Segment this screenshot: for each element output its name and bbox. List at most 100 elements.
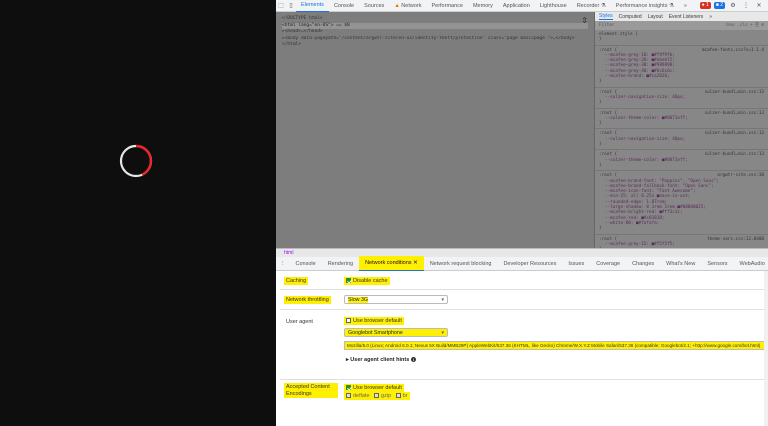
- disable-cache-checkbox[interactable]: Disable cache: [344, 277, 390, 285]
- rule-source-link[interactable]: sulzer-bundl…min.css:13: [705, 152, 765, 157]
- styles-more-button[interactable]: »: [709, 14, 712, 20]
- tab-styles[interactable]: Styles: [599, 13, 613, 20]
- rule-source-link[interactable]: sulzer-bundl…min.css:13: [705, 131, 765, 136]
- drawer-tab-webaudio[interactable]: WebAudio: [734, 257, 768, 271]
- element-style-rule[interactable]: element.style {}: [595, 30, 768, 46]
- chevron-down-icon: ▾: [441, 297, 444, 303]
- drawer-tab-sensors[interactable]: Sensors: [701, 257, 733, 271]
- rule-end: }: [599, 100, 602, 106]
- rule-source-link[interactable]: orgwtr-site.css:30: [717, 173, 764, 178]
- checkbox-checked-icon: [346, 278, 351, 284]
- page-viewport: [0, 0, 276, 426]
- recorder-icon: ⚗: [600, 2, 606, 9]
- style-rule[interactable]: theme-vars.css:12.0400:root {--mcafee-gr…: [595, 235, 768, 249]
- rule-source-link[interactable]: theme-vars.css:12.0400: [707, 237, 764, 242]
- user-agent-string-input[interactable]: Mozilla/5.0 (Linux; Android 6.0.1; Nexus…: [344, 341, 766, 350]
- drawer-tabbar: ⋮ Console Rendering Network conditions ✕…: [276, 256, 768, 271]
- chevron-down-icon: ▾: [441, 330, 444, 336]
- gzip-checkbox[interactable]: gzip: [374, 393, 391, 399]
- br-checkbox[interactable]: br: [395, 393, 408, 399]
- device-toolbar-icon[interactable]: ▯: [286, 2, 296, 9]
- issues-badge[interactable]: ■ 2: [713, 2, 725, 9]
- encodings-options: deflate gzip br: [344, 392, 410, 400]
- tab-layout[interactable]: Layout: [648, 14, 663, 20]
- encodings-use-default-checkbox[interactable]: Use browser default: [344, 384, 404, 392]
- ua-use-default-checkbox[interactable]: Use browser default: [344, 317, 404, 325]
- close-icon[interactable]: ✕: [754, 2, 764, 9]
- style-rule[interactable]: mcafee-fonts.css?v=1.1.4:root {--mcafee-…: [595, 46, 768, 88]
- tab-elements[interactable]: Elements: [296, 0, 329, 12]
- drawer-tab-request-blocking[interactable]: Network request blocking: [424, 257, 498, 271]
- styles-pane: Styles Computed Layout Event Listeners »…: [594, 12, 768, 248]
- tab-network[interactable]: ▲ Network: [389, 0, 426, 12]
- flask-icon: ⚗: [668, 2, 674, 9]
- style-rule[interactable]: sulzer-bundl…min.css:13:root {--sulzer-n…: [595, 129, 768, 151]
- tab-computed[interactable]: Computed: [619, 14, 642, 20]
- drawer-tab-whats-new[interactable]: What's New: [660, 257, 701, 271]
- dom-line[interactable]: </html>: [282, 42, 588, 49]
- tab-application[interactable]: Application: [498, 0, 535, 12]
- gear-icon[interactable]: ⚙: [728, 2, 738, 9]
- inspect-element-icon[interactable]: ⬚: [276, 2, 286, 9]
- checkbox-disabled-icon: [395, 393, 401, 399]
- tab-sources[interactable]: Sources: [359, 0, 389, 12]
- style-rules-list: mcafee-fonts.css?v=1.1.4:root {--mcafee-…: [595, 46, 768, 248]
- style-rule[interactable]: sulzer-bundl…min.css:13:root {--sulzer-t…: [595, 150, 768, 172]
- user-agent-select[interactable]: Googlebot Smartphone ▾: [344, 328, 448, 337]
- more-tabs-button[interactable]: »: [679, 0, 692, 12]
- style-rule[interactable]: orgwtr-site.css:30:root {--mcafee-brand-…: [595, 171, 768, 235]
- divider: [280, 309, 766, 310]
- rule-end: }: [599, 142, 602, 148]
- rule-source-link[interactable]: mcafee-fonts.css?v=1.1.4: [702, 48, 764, 53]
- drawer-tab-developer-resources[interactable]: Developer Resources: [497, 257, 562, 271]
- tab-performance-insights[interactable]: Performance insights ⚗: [611, 0, 679, 12]
- user-agent-label: User agent: [286, 319, 313, 325]
- rule-source-link[interactable]: sulzer-bundl…min.css:13: [705, 90, 765, 95]
- tab-console[interactable]: Console: [329, 0, 359, 12]
- rule-end: }: [599, 226, 602, 232]
- rule-source-link[interactable]: sulzer-bundl…min.css:13: [705, 111, 765, 116]
- info-icon[interactable]: i: [410, 357, 416, 363]
- rule-end: }: [599, 162, 602, 168]
- checkbox-disabled-icon: [374, 393, 380, 399]
- rule-end: }: [599, 121, 602, 127]
- warning-icon: ▲: [394, 2, 400, 9]
- rule-end: }: [599, 79, 602, 85]
- style-rule[interactable]: sulzer-bundl…min.css:13:root {--sulzer-n…: [595, 88, 768, 109]
- checkbox-disabled-icon: [346, 393, 351, 399]
- tab-memory[interactable]: Memory: [468, 0, 498, 12]
- drawer-tab-coverage[interactable]: Coverage: [590, 257, 626, 271]
- kebab-menu-icon[interactable]: ⋮: [741, 2, 751, 9]
- app-window: ⬚ ▯ Elements Console Sources ▲ Network P…: [0, 0, 768, 426]
- throttling-select[interactable]: Slow 3G ▾: [344, 295, 448, 304]
- dom-line[interactable]: ▸<body data-pagepath="/content/orgwtr-si…: [282, 36, 588, 43]
- issues-icon: ■: [715, 2, 719, 8]
- tab-recorder[interactable]: Recorder ⚗: [572, 0, 611, 12]
- styles-filter-input[interactable]: Filter:hov .cls + ⎘ ⊞: [595, 21, 768, 30]
- drawer-tab-rendering[interactable]: Rendering: [322, 257, 359, 271]
- tab-close-icon[interactable]: ✕: [413, 260, 418, 266]
- accepted-encodings-label: Accepted Content Encodings: [284, 383, 338, 398]
- checkbox-checked-icon: [346, 385, 351, 391]
- tab-performance[interactable]: Performance: [426, 0, 468, 12]
- network-throttling-label: Network throttling: [284, 296, 331, 304]
- network-conditions-panel: Caching Disable cache Network throttling…: [276, 271, 768, 426]
- caching-label: Caching: [284, 277, 309, 285]
- divider: [280, 289, 766, 290]
- drawer-tab-console[interactable]: Console: [290, 257, 322, 271]
- style-rule[interactable]: sulzer-bundl…min.css:13:root {--sulzer-t…: [595, 109, 768, 130]
- devtools-panel: ⬚ ▯ Elements Console Sources ▲ Network P…: [276, 0, 768, 426]
- client-hints-toggle[interactable]: ▸ User agent client hints i: [346, 357, 416, 363]
- drawer-tab-issues[interactable]: Issues: [562, 257, 590, 271]
- drawer-tab-network-conditions[interactable]: Network conditions ✕: [359, 256, 424, 271]
- checkbox-unchecked-icon: [346, 318, 351, 324]
- tab-event-listeners[interactable]: Event Listeners: [669, 14, 703, 20]
- error-badge[interactable]: ● 1: [699, 2, 711, 9]
- tab-lighthouse[interactable]: Lighthouse: [535, 0, 572, 12]
- error-icon: ●: [701, 2, 705, 8]
- deflate-checkbox[interactable]: deflate: [346, 393, 370, 399]
- scrollbar[interactable]: [764, 271, 768, 426]
- drawer-menu-icon[interactable]: ⋮: [276, 257, 290, 271]
- drawer-tab-changes[interactable]: Changes: [626, 257, 660, 271]
- dock-icon[interactable]: ⇕: [581, 17, 588, 25]
